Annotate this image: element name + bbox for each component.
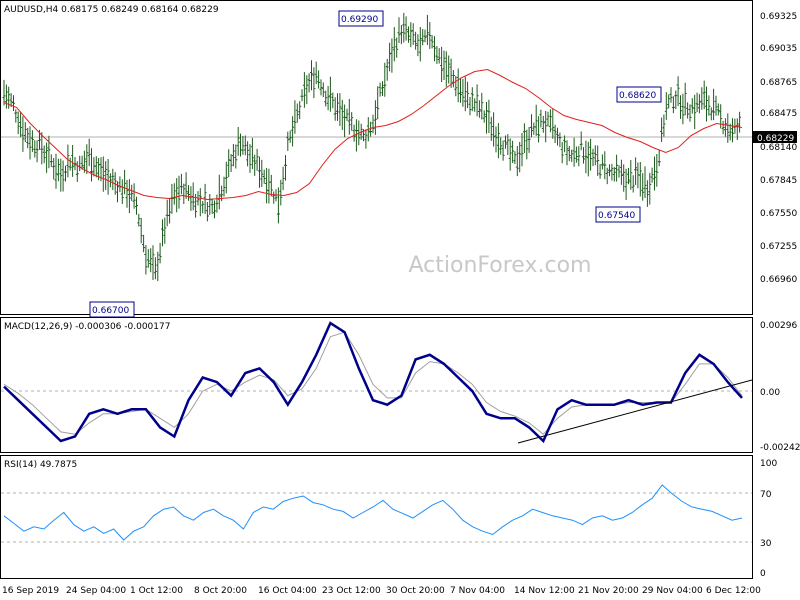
high-annotation-label: 0.69290	[341, 15, 378, 25]
macd-panel	[0, 317, 753, 453]
main-panel	[0, 0, 753, 315]
x-tick: 29 Nov 04:00	[642, 586, 703, 596]
x-tick: 21 Nov 20:00	[578, 586, 639, 596]
rsi-tick: 30	[760, 539, 772, 549]
x-tick: 16 Sep 2019	[2, 586, 59, 596]
chart-canvas: ActionForex.com 0.69290 0.68620 0.67540 …	[0, 0, 800, 596]
x-tick: 30 Oct 20:00	[386, 586, 445, 596]
x-tick: 16 Oct 04:00	[258, 586, 317, 596]
swing-high-annotation: 0.68620	[616, 86, 662, 103]
macd-tick: -0.00242	[760, 443, 800, 453]
current-price-badge: 0.68229	[753, 131, 797, 144]
x-tick: 7 Nov 04:00	[450, 586, 505, 596]
swing-low-annotation: 0.67540	[595, 206, 641, 223]
swing-low-annotation-label: 0.67540	[598, 211, 635, 221]
price-tick: 0.68765	[760, 78, 797, 88]
price-tick: 0.69325	[760, 12, 797, 22]
macd-axis: 0.00296 0.00 -0.00242	[760, 321, 800, 453]
low-annotation-label: 0.66700	[92, 306, 129, 316]
x-tick: 8 Oct 20:00	[194, 586, 247, 596]
price-tick: 0.67255	[760, 242, 797, 252]
swing-high-annotation-label: 0.68620	[619, 91, 656, 101]
price-tick: 0.67845	[760, 176, 797, 186]
current-price-text: 0.68229	[757, 134, 794, 144]
x-tick: 1 Oct 12:00	[130, 586, 183, 596]
x-tick: 14 Nov 12:00	[514, 586, 575, 596]
x-tick: 24 Sep 04:00	[66, 586, 126, 596]
price-tick: 0.67550	[760, 209, 797, 219]
price-tick: 0.68475	[760, 109, 797, 119]
rsi-tick: 0	[760, 569, 766, 579]
rsi-panel	[0, 455, 753, 579]
rsi-title: RSI(14) 49.7875	[4, 460, 77, 470]
rsi-tick: 100	[760, 459, 777, 469]
macd-title: MACD(12,26,9) -0.000306 -0.000177	[4, 322, 170, 332]
macd-tick: 0.00296	[760, 321, 797, 331]
x-tick: 6 Dec 12:00	[706, 586, 761, 596]
rsi-axis: 100 70 30 0	[760, 459, 777, 579]
price-tick: 0.69035	[760, 44, 797, 54]
x-axis: 16 Sep 2019 24 Sep 04:00 1 Oct 12:00 8 O…	[2, 586, 761, 596]
main-chart-title: AUDUSD,H4 0.68175 0.68249 0.68164 0.6822…	[4, 5, 219, 15]
price-tick: 0.68140	[760, 143, 797, 153]
x-tick: 23 Oct 12:00	[322, 586, 381, 596]
price-axis: 0.69325 0.69035 0.68765 0.68475 0.68140 …	[760, 12, 797, 285]
low-annotation: 0.66700	[89, 301, 135, 318]
rsi-tick: 70	[760, 490, 772, 500]
high-annotation: 0.69290	[338, 10, 384, 27]
watermark: ActionForex.com	[409, 253, 592, 278]
macd-tick: 0.00	[760, 388, 780, 398]
price-tick: 0.66960	[760, 275, 797, 285]
